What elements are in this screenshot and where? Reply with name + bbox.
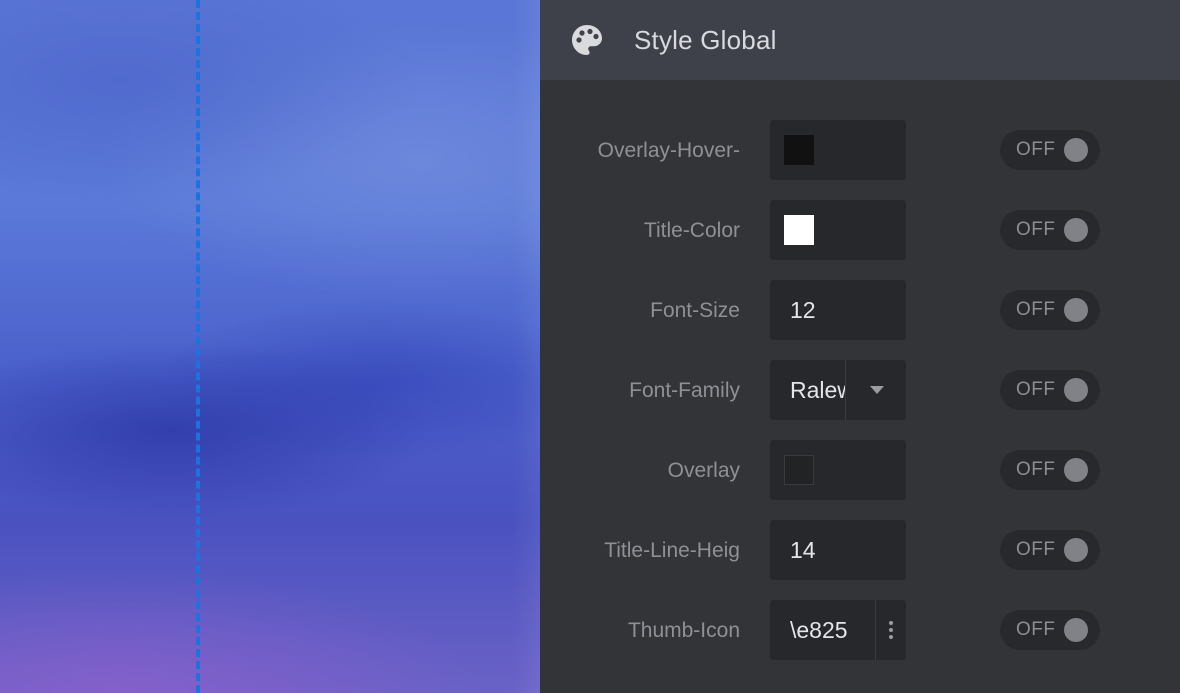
toggle-switch[interactable]: OFF [1000,210,1100,250]
palette-icon [572,25,602,55]
toggle-state: OFF [1016,619,1056,640]
style-global-panel: Style Global Overlay-Hover- OFF Title-Co… [540,0,1180,693]
row-title-color: Title-Color OFF [540,200,1180,260]
toggle-knob [1064,298,1088,322]
toggle-knob [1064,618,1088,642]
more-vertical-icon[interactable] [876,600,906,660]
row-font-family: Font-Family Ralew OFF [540,360,1180,420]
row-overlay: Overlay OFF [540,440,1180,500]
toggle-knob [1064,138,1088,162]
row-label: Font-Family [629,379,740,402]
color-picker-field[interactable] [770,200,906,260]
field-value: 14 [790,537,816,563]
row-label: Title-Line-Heig [604,539,740,562]
color-picker-field[interactable] [770,440,906,500]
color-swatch[interactable] [784,215,814,245]
dashed-guide-line[interactable] [196,0,200,693]
toggle-state: OFF [1016,219,1056,240]
field-value: Ralew [790,377,845,403]
panel-header: Style Global [540,0,1180,80]
row-overlay-hover: Overlay-Hover- OFF [540,120,1180,180]
toggle-knob [1064,458,1088,482]
toggle-switch[interactable]: OFF [1000,130,1100,170]
toggle-switch[interactable]: OFF [1000,610,1100,650]
panel-title: Style Global [634,24,777,55]
preview-canvas [0,0,540,693]
toggle-state: OFF [1016,379,1056,400]
row-label: Thumb-Icon [627,619,740,642]
chevron-down-icon[interactable] [866,360,888,420]
row-font-size: Font-Size 12 OFF [540,280,1180,340]
color-picker-field[interactable] [770,120,906,180]
font-size-input[interactable]: 12 [770,280,906,340]
font-family-select[interactable]: Ralew [770,360,906,420]
field-value: \e825 [790,617,848,643]
toggle-state: OFF [1016,459,1056,480]
field-separator [845,360,846,420]
row-label: Title-Color [643,219,740,242]
canvas-edge-shade [512,0,540,693]
toggle-knob [1064,538,1088,562]
toggle-switch[interactable]: OFF [1000,450,1100,490]
toggle-knob [1064,218,1088,242]
row-label: Overlay [667,459,740,482]
line-height-input[interactable]: 14 [770,520,906,580]
icon-picker-field[interactable]: \e825 [770,600,906,660]
toggle-switch[interactable]: OFF [1000,370,1100,410]
row-label: Overlay-Hover- [597,139,740,162]
row-label: Font-Size [650,299,740,322]
toggle-switch[interactable]: OFF [1000,530,1100,570]
row-title-line-height: Title-Line-Heig 14 OFF [540,520,1180,580]
toggle-state: OFF [1016,299,1056,320]
row-thumb-icon: Thumb-Icon \e825 OFF [540,600,1180,660]
field-value: 12 [790,297,816,323]
color-swatch[interactable] [784,455,814,485]
toggle-state: OFF [1016,539,1056,560]
toggle-state: OFF [1016,139,1056,160]
color-swatch[interactable] [784,135,814,165]
toggle-switch[interactable]: OFF [1000,290,1100,330]
toggle-knob [1064,378,1088,402]
